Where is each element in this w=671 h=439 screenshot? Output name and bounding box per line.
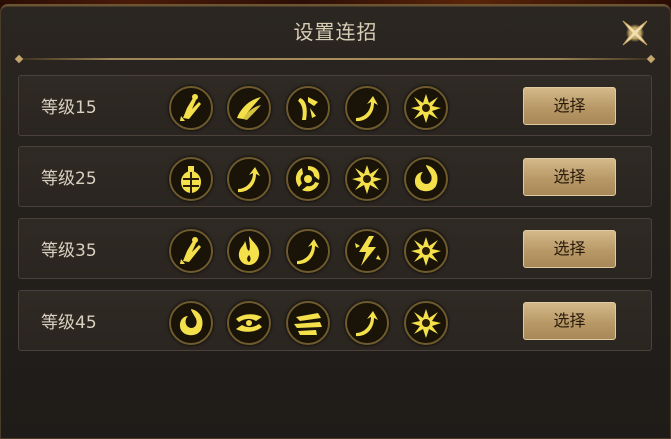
kick-skill-icon[interactable] (169, 229, 213, 273)
select-button[interactable]: 选择 (523, 158, 616, 196)
combo-row-level-45: 等级45 选择 (18, 290, 652, 351)
rising-arrow-skill-icon[interactable] (345, 86, 389, 130)
level-label: 等级35 (41, 241, 97, 261)
select-button[interactable]: 选择 (523, 302, 616, 340)
rising-arrow-skill-icon[interactable] (227, 157, 271, 201)
leg-strike-skill-icon[interactable] (286, 86, 330, 130)
dialog-title: 设置连招 (293, 20, 378, 44)
spiral-skill-icon[interactable] (286, 157, 330, 201)
wing-slash-skill-icon[interactable] (227, 86, 271, 130)
rising-arrow-skill-icon[interactable] (286, 229, 330, 273)
lightning-skill-icon[interactable] (345, 229, 389, 273)
combo-row-level-25: 等级25 选择 (18, 146, 652, 207)
combo-row-level-35: 等级35 选择 (18, 218, 652, 279)
grenade-skill-icon[interactable] (169, 157, 213, 201)
burst-skill-icon[interactable] (404, 86, 448, 130)
burst-skill-icon[interactable] (404, 301, 448, 345)
level-label: 等级45 (41, 313, 97, 333)
level-label: 等级15 (41, 98, 97, 118)
level-label: 等级25 (41, 169, 97, 189)
close-icon[interactable] (614, 12, 656, 54)
burst-skill-icon[interactable] (345, 157, 389, 201)
select-button[interactable]: 选择 (523, 230, 616, 268)
burst-skill-icon[interactable] (404, 229, 448, 273)
kick-skill-icon[interactable] (169, 86, 213, 130)
combo-row-level-15: 等级15 选择 (18, 75, 652, 136)
twin-blade-skill-icon[interactable] (227, 301, 271, 345)
dash-skill-icon[interactable] (286, 301, 330, 345)
flame-swirl-skill-icon[interactable] (169, 301, 213, 345)
title-divider (18, 58, 652, 60)
select-button[interactable]: 选择 (523, 87, 616, 125)
rising-arrow-skill-icon[interactable] (345, 301, 389, 345)
flame-skill-icon[interactable] (227, 229, 271, 273)
flame-swirl-skill-icon[interactable] (404, 157, 448, 201)
